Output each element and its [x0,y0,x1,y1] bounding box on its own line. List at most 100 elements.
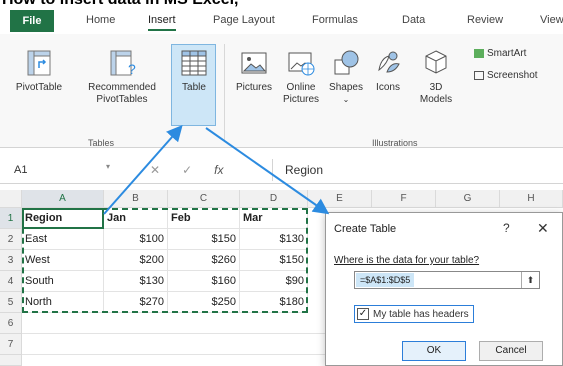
ok-button[interactable]: OK [402,341,466,361]
online-pictures-icon [288,52,315,76]
pivottable-label: PivotTable [15,82,63,93]
formula-bar: A1 ▾ ✕ ✓ fx Region [0,154,563,184]
row-header-5[interactable]: 5 [0,292,22,313]
cell-a1[interactable]: Region [22,208,104,229]
cell-a4[interactable]: South [22,271,104,292]
tab-data[interactable]: Data [402,14,425,26]
range-input[interactable]: =$A$1:$D$5 ⬆ [354,271,540,289]
column-header-e[interactable]: E [308,190,372,208]
tab-formulas[interactable]: Formulas [312,14,358,26]
screenshot-label: Screenshot [487,70,538,81]
ribbon-tabbar: File Home Insert Page Layout Formulas Da… [0,10,563,34]
pivottable-button[interactable]: PivotTable [8,48,70,94]
fx-icon[interactable]: fx [214,163,223,177]
create-table-dialog: Create Table ? ✕ Where is the data for y… [325,212,563,366]
svg-text:?: ? [128,61,136,77]
table-icon [181,50,207,76]
cell-c5[interactable]: $250 [168,292,240,313]
row-header-8[interactable] [0,355,22,366]
3d-models-label-line1: 3D [429,82,443,93]
ribbon: PivotTable ? Recommended PivotTables Tab… [0,34,563,148]
online-pictures-button[interactable]: Online Pictures [278,48,324,106]
icons-label: Icons [376,82,400,93]
formula-input[interactable]: Region [272,159,562,181]
cell-b5[interactable]: $270 [104,292,168,313]
pictures-label: Pictures [235,82,273,93]
shapes-icon [334,50,359,75]
cell-c4[interactable]: $160 [168,271,240,292]
cell-a5[interactable]: North [22,292,104,313]
table-label: Table [182,82,206,93]
cell-d4[interactable]: $90 [240,271,308,292]
cell-b3[interactable]: $200 [104,250,168,271]
recommended-label-line1: Recommended [88,82,156,93]
select-all-corner[interactable] [0,190,22,208]
table-button[interactable]: Table [172,48,216,94]
tab-review[interactable]: Review [467,14,503,26]
pictures-icon [241,52,267,74]
screenshot-icon [474,70,484,80]
cell-b2[interactable]: $100 [104,229,168,250]
recommended-pivottables-button[interactable]: ? Recommended PivotTables [80,48,164,106]
row-header-6[interactable]: 6 [0,313,22,334]
cell-a2[interactable]: East [22,229,104,250]
cell-d1[interactable]: Mar [240,208,308,229]
shapes-button[interactable]: Shapes ⌄ [326,48,366,106]
illustrations-group-label: Illustrations [372,138,418,148]
cell-b1[interactable]: Jan [104,208,168,229]
tab-page-layout[interactable]: Page Layout [213,14,275,26]
smartart-button[interactable]: SmartArt [474,48,560,60]
cell-c1[interactable]: Feb [168,208,240,229]
icons-icon [378,51,400,73]
cell-c2[interactable]: $150 [168,229,240,250]
cell-d2[interactable]: $130 [240,229,308,250]
column-header-h[interactable]: H [500,190,563,208]
page-title: How to insert data in MS Excel, [2,0,239,9]
group-separator [224,44,225,142]
column-header-d[interactable]: D [240,190,308,208]
cancel-button[interactable]: Cancel [479,341,543,361]
collapse-dialog-icon[interactable]: ⬆ [521,272,539,288]
column-header-b[interactable]: B [104,190,168,208]
tab-file[interactable]: File [10,10,54,32]
shapes-label: Shapes [329,82,363,93]
icons-button[interactable]: Icons [370,48,406,94]
online-pictures-label-line2: Pictures [282,94,320,105]
name-box-dropdown-icon[interactable]: ▾ [106,162,110,171]
row-header-4[interactable]: 4 [0,271,22,292]
cell-c3[interactable]: $260 [168,250,240,271]
headers-checkbox-label: My table has headers [373,308,469,320]
cancel-icon[interactable]: ✕ [150,163,160,177]
3d-cube-icon [425,50,447,74]
smartart-icon [474,48,484,58]
enter-icon[interactable]: ✓ [182,163,192,177]
column-header-c[interactable]: C [168,190,240,208]
smartart-label: SmartArt [487,48,527,59]
tab-home[interactable]: Home [86,14,115,26]
recommended-label-line2: PivotTables [96,94,148,105]
headers-checkbox[interactable]: ✓ [357,308,369,320]
row-header-3[interactable]: 3 [0,250,22,271]
3d-models-button[interactable]: 3D Models [414,48,458,106]
online-pictures-label-line1: Online [286,82,316,93]
column-header-f[interactable]: F [372,190,436,208]
row-header-7[interactable]: 7 [0,334,22,355]
name-box[interactable]: A1 [14,160,114,180]
row-header-1[interactable]: 1 [0,208,22,229]
tab-view[interactable]: View [540,14,563,26]
cell-a3[interactable]: West [22,250,104,271]
cell-d3[interactable]: $150 [240,250,308,271]
headers-checkbox-row[interactable]: ✓ My table has headers [354,305,474,323]
shapes-dropdown-icon[interactable]: ⌄ [326,94,366,106]
pictures-button[interactable]: Pictures [232,48,276,94]
row-header-2[interactable]: 2 [0,229,22,250]
column-header-g[interactable]: G [436,190,500,208]
tab-insert[interactable]: Insert [148,14,176,31]
recommended-pivottables-icon: ? [110,50,136,77]
cell-d5[interactable]: $180 [240,292,308,313]
screenshot-button[interactable]: Screenshot [474,70,560,82]
close-icon[interactable]: ✕ [537,220,549,237]
help-icon[interactable]: ? [503,221,510,235]
cell-b4[interactable]: $130 [104,271,168,292]
column-header-a[interactable]: A [22,190,104,208]
